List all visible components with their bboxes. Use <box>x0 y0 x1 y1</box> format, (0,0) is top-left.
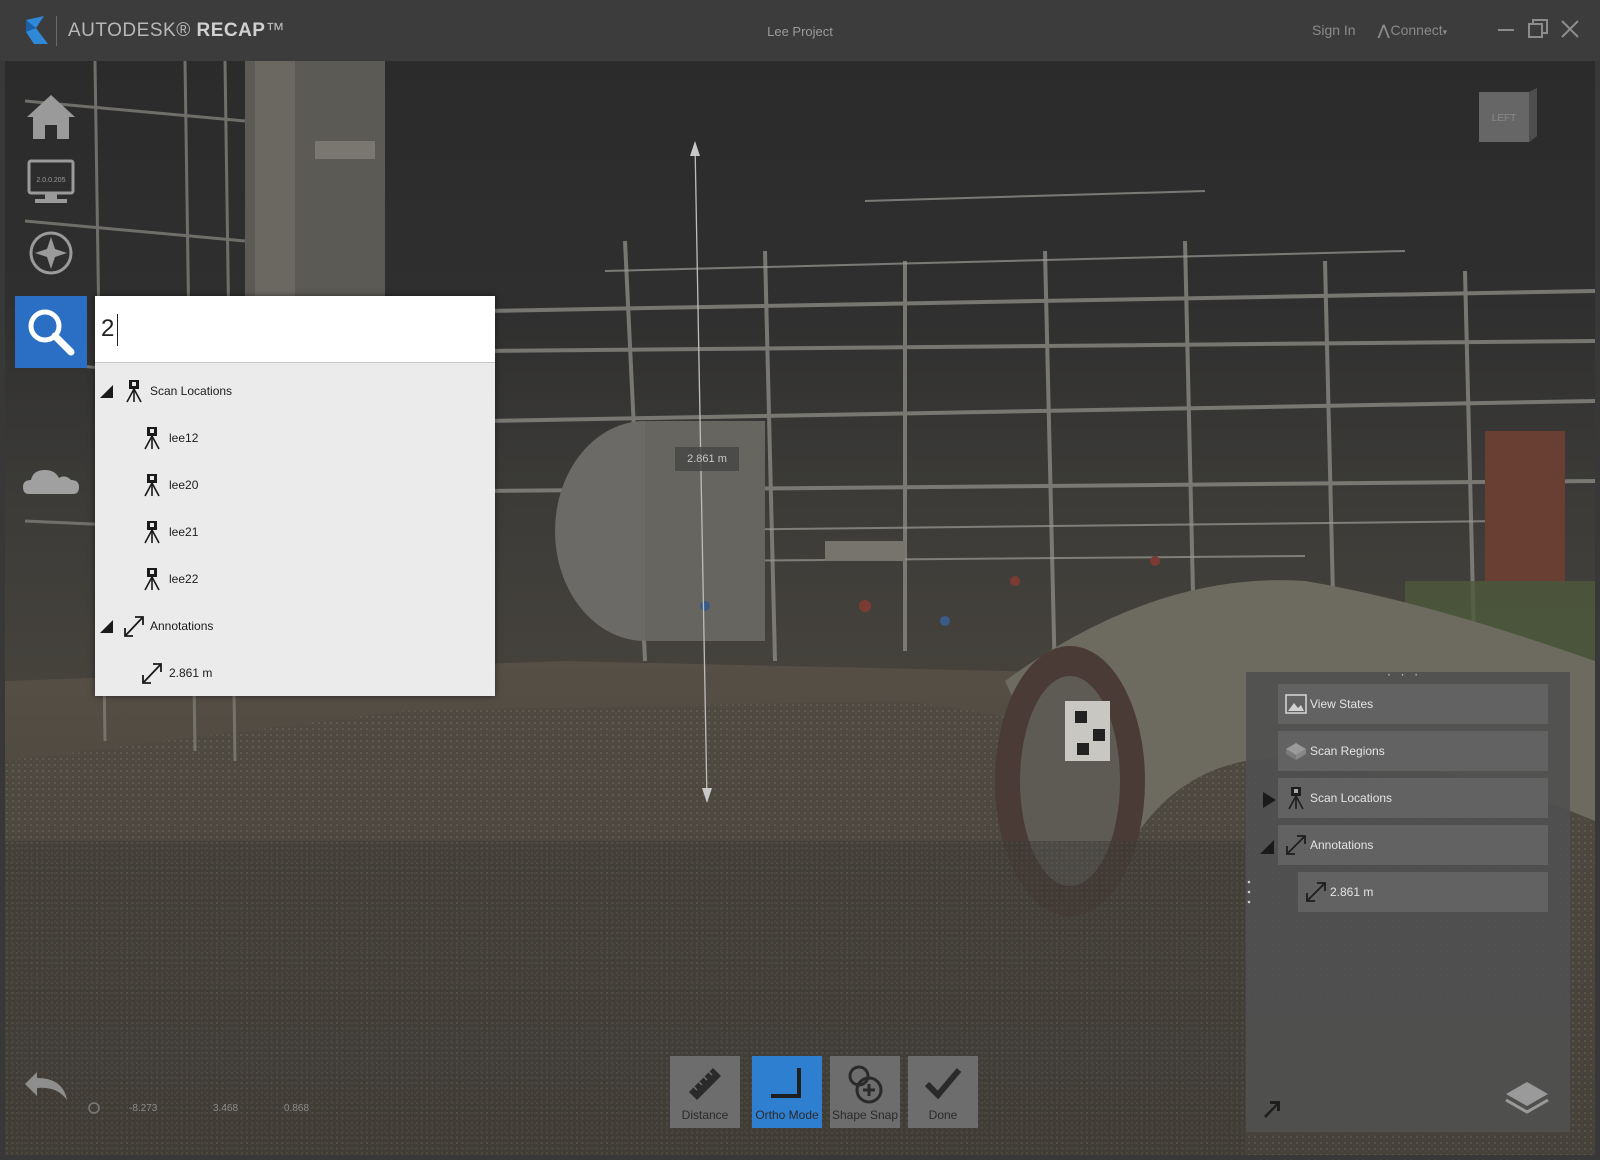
shape-snap-icon <box>848 1065 883 1104</box>
point-cloud-viewport[interactable]: 2.861 m LEFT 2.0.0.205 2 Scan Locations … <box>5 61 1595 1155</box>
connect-label: Connect <box>1390 22 1443 38</box>
monitor-icon: 2.0.0.205 <box>27 159 75 203</box>
search-icon <box>28 309 75 356</box>
panel-row-annotations[interactable]: Annotations <box>1278 825 1548 865</box>
collapse-triangle-icon[interactable] <box>98 383 114 399</box>
search-result-item[interactable]: lee12 <box>95 416 495 456</box>
chevron-down-icon: ▾ <box>1442 27 1448 37</box>
ruler-icon <box>689 1068 721 1100</box>
search-group-annotations[interactable]: Annotations <box>95 604 495 644</box>
region-icon <box>1286 743 1306 760</box>
panel-row-label: Annotations <box>1310 838 1374 852</box>
title-bar: AUTODESK® RECAP™ Lee Project Sign In ⋀Co… <box>0 0 1600 61</box>
panel-row-view-states[interactable]: View States <box>1278 684 1548 724</box>
cloud-button[interactable] <box>15 456 87 508</box>
search-result-label: lee20 <box>169 478 199 492</box>
search-result-label: lee12 <box>169 431 199 445</box>
checkmark-icon <box>924 1068 962 1100</box>
cloud-icon <box>23 470 79 494</box>
search-result-item[interactable]: lee20 <box>95 463 495 503</box>
panel-row-label: Scan Locations <box>1310 791 1393 805</box>
back-arrow-icon[interactable] <box>23 1066 73 1106</box>
measure-icon <box>142 663 162 684</box>
search-result-label: lee22 <box>169 572 199 586</box>
coordinate-icon <box>88 1102 100 1114</box>
ortho-angle-icon <box>771 1068 801 1098</box>
connect-menu[interactable]: ⋀Connect▾ <box>1378 22 1447 39</box>
restore-button[interactable] <box>1526 17 1550 41</box>
search-group-label: Annotations <box>150 619 214 633</box>
panel-resize-handle[interactable]: · · · <box>1387 668 1421 682</box>
shape-snap-button[interactable]: Shape Snap <box>830 1056 900 1128</box>
display-caption: 2.0.0.205 <box>36 177 65 184</box>
collapse-triangle-icon[interactable] <box>1259 838 1275 856</box>
collapse-triangle-icon[interactable] <box>98 618 114 634</box>
tripod-scanner-icon <box>144 427 160 450</box>
search-button[interactable] <box>15 296 87 368</box>
search-input[interactable] <box>95 296 495 363</box>
layers-icon[interactable] <box>1502 1076 1552 1116</box>
panel-side-handle[interactable] <box>1246 876 1252 916</box>
minimize-button[interactable] <box>1494 17 1518 41</box>
ortho-mode-button[interactable]: Ortho Mode <box>752 1056 822 1128</box>
coordinate-y: 3.468 <box>213 1103 239 1114</box>
panel-row-label: View States <box>1310 697 1374 711</box>
done-label: Done <box>928 1108 958 1122</box>
tripod-scanner-icon <box>144 474 160 497</box>
compass-icon <box>29 231 73 275</box>
search-panel: Scan Locations lee12 lee20 lee21 <box>95 296 495 696</box>
panel-collapse-arrow-icon[interactable] <box>1262 1098 1282 1118</box>
search-result-label: lee21 <box>169 525 199 539</box>
tripod-scanner-icon <box>1288 787 1304 810</box>
search-result-item[interactable]: lee21 <box>95 510 495 550</box>
display-settings-button[interactable]: 2.0.0.205 <box>15 153 87 225</box>
measure-icon <box>1306 882 1326 902</box>
distance-tool-button[interactable]: Distance <box>670 1056 740 1128</box>
distance-label: Distance <box>681 1108 729 1122</box>
autodesk-a-icon: ⋀ <box>1378 22 1390 38</box>
tripod-scanner-icon <box>144 521 160 544</box>
view-cube[interactable]: LEFT <box>1475 86 1541 144</box>
ortho-mode-label: Ortho Mode <box>755 1108 819 1122</box>
image-icon <box>1285 694 1307 714</box>
text-cursor <box>117 314 118 346</box>
search-result-item[interactable]: lee22 <box>95 557 495 597</box>
search-group-scan-locations[interactable]: Scan Locations <box>95 369 495 409</box>
sign-in-link[interactable]: Sign In <box>1312 22 1356 38</box>
measure-icon <box>1286 835 1306 855</box>
panel-row-scan-locations[interactable]: Scan Locations <box>1278 778 1548 818</box>
home-button[interactable] <box>15 81 87 153</box>
done-button[interactable]: Done <box>908 1056 978 1128</box>
measurement-label[interactable]: 2.861 m <box>675 447 739 471</box>
panel-row-label: 2.861 m <box>1330 885 1374 899</box>
search-result-item[interactable]: 2.861 m <box>95 651 495 691</box>
expand-arrow-icon[interactable] <box>1261 791 1277 809</box>
view-cube-face-label: LEFT <box>1492 113 1516 124</box>
measure-icon <box>124 616 144 637</box>
panel-row-label: Scan Regions <box>1310 744 1385 758</box>
coordinate-x: -8.273 <box>129 1103 158 1114</box>
tripod-scanner-icon <box>144 568 160 591</box>
search-group-label: Scan Locations <box>150 384 233 398</box>
panel-row-scan-regions[interactable]: Scan Regions <box>1278 731 1548 771</box>
navigation-button[interactable] <box>15 221 87 293</box>
search-result-label: 2.861 m <box>169 666 213 680</box>
home-icon <box>27 95 75 139</box>
shape-snap-label: Shape Snap <box>831 1108 899 1122</box>
close-button[interactable] <box>1558 17 1582 41</box>
panel-row-annotation-item[interactable]: 2.861 m <box>1298 872 1548 912</box>
coordinate-z: 0.868 <box>284 1103 310 1114</box>
project-title: Lee Project <box>767 24 833 39</box>
tripod-scanner-icon <box>126 380 142 403</box>
